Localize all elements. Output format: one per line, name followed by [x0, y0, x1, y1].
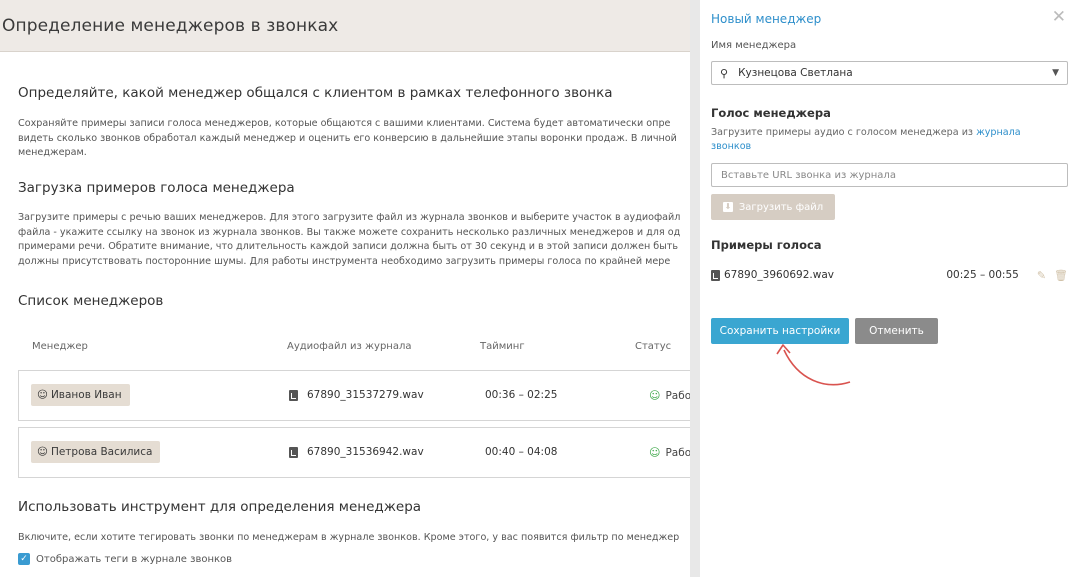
column-header-timing: Тайминг: [480, 341, 525, 352]
audio-file-cell[interactable]: 67890_31536942.wav: [289, 446, 424, 458]
page-title: Определение менеджеров в звонках: [2, 15, 339, 36]
manager-name: Иванов Иван: [50, 389, 122, 401]
call-url-input[interactable]: Вставьте URL звонка из журнала: [711, 163, 1068, 187]
manager-name-select[interactable]: ⚲ Кузнецова Светлана ▼: [711, 61, 1068, 85]
text-line: Сохраняйте примеры записи голоса менедже…: [18, 118, 671, 129]
section-tool-title: Использовать инструмент для определения …: [18, 499, 422, 515]
table-row[interactable]: ☺ Петрова Василиса 67890_31536942.wav 00…: [18, 427, 700, 478]
text-line: менеджерам.: [18, 147, 87, 158]
audio-file-icon: [289, 446, 298, 458]
panel-title: Новый менеджер: [711, 12, 822, 26]
section-intro-title: Определяйте, какой менеджер общался с кл…: [18, 85, 613, 101]
audio-file-icon: [289, 389, 298, 401]
text-line: видеть сколько звонков обработал каждый …: [18, 132, 677, 144]
audio-file-icon: [711, 269, 720, 281]
cancel-button[interactable]: Отменить: [855, 318, 938, 344]
section-tool-text: Включите, если хотите тегировать звонки …: [18, 532, 680, 543]
timing-cell: 00:36 – 02:25: [485, 389, 558, 401]
voice-hint-text: Загрузите примеры аудио с голосом менедж…: [711, 127, 974, 138]
manager-name: Петрова Василиса: [50, 446, 153, 458]
manager-tag[interactable]: ☺ Петрова Василиса: [31, 441, 161, 463]
close-icon[interactable]: ✕: [1052, 9, 1066, 26]
manager-tag[interactable]: ☺ Иванов Иван: [31, 384, 130, 406]
column-header-file: Аудиофайл из журнала: [287, 341, 412, 352]
section-upload-text: Загрузите примеры с речью ваших менеджер…: [18, 211, 680, 269]
upload-file-button[interactable]: ⬇ Загрузить файл: [711, 194, 835, 220]
main-content: Определение менеджеров в звонках Определ…: [0, 0, 700, 577]
voice-samples-title: Примеры голоса: [711, 238, 822, 252]
panel-divider: [690, 0, 700, 577]
search-icon: ⚲: [720, 66, 729, 80]
show-tags-checkbox-row[interactable]: ✓ Отображать теги в журнале звонков: [18, 553, 232, 565]
column-header-manager: Менеджер: [32, 341, 88, 352]
manager-name-value: Кузнецова Светлана: [738, 67, 853, 79]
person-icon: ☺: [37, 389, 48, 401]
column-header-status: Статус: [635, 341, 672, 352]
audio-file-cell[interactable]: 67890_31537279.wav: [289, 389, 424, 401]
pointer-arrow-icon: [776, 344, 851, 386]
status-person-icon: ☺: [649, 389, 661, 402]
section-upload-title: Загрузка примеров голоса менеджера: [18, 180, 295, 196]
sample-timing: 00:25 – 00:55: [946, 269, 1019, 281]
upload-file-label: Загрузить файл: [738, 201, 824, 213]
person-icon: ☺: [37, 446, 48, 458]
chevron-down-icon: ▼: [1052, 68, 1059, 78]
manager-name-label: Имя менеджера: [711, 40, 797, 51]
audio-file-name: 67890_31536942.wav: [307, 446, 424, 458]
audio-file-name: 67890_31537279.wav: [307, 389, 424, 401]
call-url-placeholder: Вставьте URL звонка из журнала: [721, 169, 896, 181]
text-line: должны присутствовать посторонние шумы. …: [18, 255, 671, 267]
section-managers-title: Список менеджеров: [18, 293, 164, 309]
section-intro-text: Сохраняйте примеры записи голоса менедже…: [18, 117, 677, 161]
trash-icon[interactable]: 🗑: [1054, 269, 1068, 282]
voice-title: Голос менеджера: [711, 106, 831, 120]
show-tags-label: Отображать теги в журнале звонков: [36, 553, 233, 565]
text-line: файла - укажите ссылку на звонок из журн…: [18, 226, 681, 238]
text-line: Загрузите примеры с речью ваших менеджер…: [18, 212, 681, 223]
page-header: Определение менеджеров в звонках: [0, 0, 700, 52]
new-manager-panel: Новый менеджер ✕ Имя менеджера ⚲ Кузнецо…: [700, 0, 1076, 577]
show-tags-checkbox[interactable]: ✓: [18, 553, 30, 565]
timing-cell: 00:40 – 04:08: [485, 446, 558, 458]
sample-file-name: 67890_3960692.wav: [724, 269, 834, 281]
pencil-icon[interactable]: ✎: [1037, 269, 1046, 282]
table-row[interactable]: ☺ Иванов Иван 67890_31537279.wav 00:36 –…: [18, 370, 700, 421]
status-person-icon: ☺: [649, 446, 661, 459]
download-icon: ⬇: [722, 202, 733, 212]
text-line: примерами речи. Обратите внимание, что д…: [18, 241, 679, 252]
voice-hint: Загрузите примеры аудио с голосом менедж…: [711, 126, 1051, 154]
voice-sample-row: 67890_3960692.wav 00:25 – 00:55 ✎ 🗑: [711, 267, 1068, 283]
